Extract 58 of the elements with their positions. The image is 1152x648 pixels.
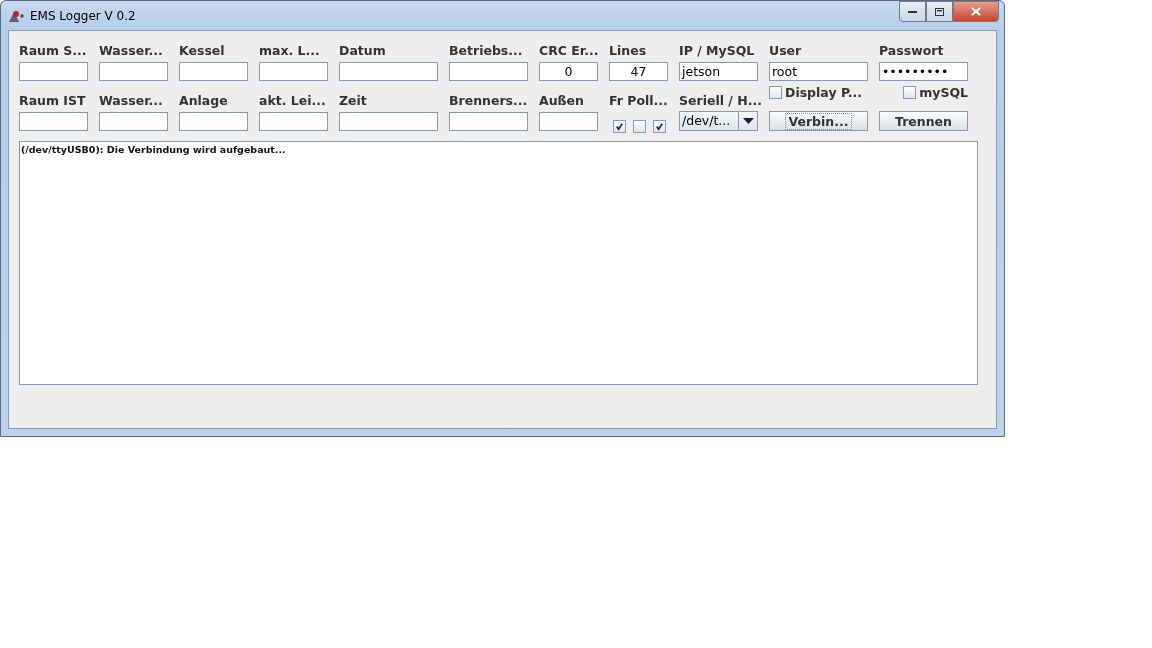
field-label: Brenners...	[449, 92, 529, 108]
field-label: Fr Poll...	[609, 92, 669, 108]
text-field[interactable]	[19, 112, 88, 131]
field-label: Zeit	[339, 92, 368, 108]
text-field[interactable]	[539, 112, 598, 131]
text-field[interactable]	[179, 112, 248, 131]
field-label: Datum	[339, 42, 387, 58]
field-label: Außen	[539, 92, 585, 108]
text-field[interactable]	[449, 112, 528, 131]
log-area[interactable]: (/dev/ttyUSB0): Die Verbindung wird aufgebaut...	[19, 141, 978, 385]
field-label: Wasser...	[99, 42, 164, 58]
checkbox[interactable]	[769, 86, 782, 99]
text-field[interactable]: 0	[539, 62, 598, 81]
field-label: Raum IST	[19, 92, 87, 108]
field-label: Passwort	[879, 42, 945, 58]
app-icon	[8, 8, 24, 23]
field-label: CRC Er...	[539, 42, 600, 58]
log-line: (/dev/ttyUSB0): Die Verbindung wird aufgebaut...	[21, 144, 287, 155]
field-label: Kessel	[179, 42, 226, 58]
text-field[interactable]: jetson	[679, 62, 758, 81]
text-field[interactable]	[179, 62, 248, 81]
text-field[interactable]	[339, 62, 438, 81]
text-field[interactable]: 47	[609, 62, 668, 81]
field-label: User	[769, 42, 803, 58]
text-field[interactable]: •••••••••	[879, 62, 968, 81]
window-title: EMS Logger V 0.2	[30, 8, 136, 23]
button[interactable]: Trennen	[879, 111, 968, 131]
field-label: akt. Lei...	[259, 92, 327, 108]
field-label: Raum S...	[19, 42, 88, 58]
field-label: Seriell / H...	[679, 92, 763, 108]
field-label: Betriebs...	[449, 42, 524, 58]
checkbox-label: Display P...	[785, 85, 862, 100]
checkbox[interactable]	[633, 119, 646, 133]
field-label: IP / MySQL	[679, 42, 756, 58]
dropdown-arrow-icon	[742, 118, 754, 124]
text-field[interactable]: root	[769, 62, 868, 81]
field-label: Lines	[609, 42, 648, 58]
button[interactable]: Verbin...	[769, 111, 868, 131]
text-field[interactable]	[99, 62, 168, 81]
text-field[interactable]	[449, 62, 528, 81]
close-icon	[971, 7, 981, 16]
checkbox-label: mySQL	[919, 85, 968, 100]
checkbox[interactable]	[903, 86, 917, 99]
dropdown[interactable]: /dev/t...	[679, 111, 758, 131]
minimize-button[interactable]	[899, 1, 926, 22]
checkbox[interactable]	[653, 119, 666, 133]
maximize-icon	[935, 7, 944, 16]
text-field[interactable]	[259, 112, 328, 131]
checkbox[interactable]	[613, 119, 626, 133]
text-field[interactable]	[99, 112, 168, 131]
field-label: Wasser...	[99, 92, 164, 108]
text-field[interactable]	[339, 112, 438, 131]
text-field[interactable]	[19, 62, 88, 81]
maximize-button[interactable]	[926, 1, 953, 22]
field-label: Anlage	[179, 92, 229, 108]
field-label: max. L...	[259, 42, 321, 58]
close-button[interactable]	[953, 1, 999, 22]
text-field[interactable]	[259, 62, 328, 81]
